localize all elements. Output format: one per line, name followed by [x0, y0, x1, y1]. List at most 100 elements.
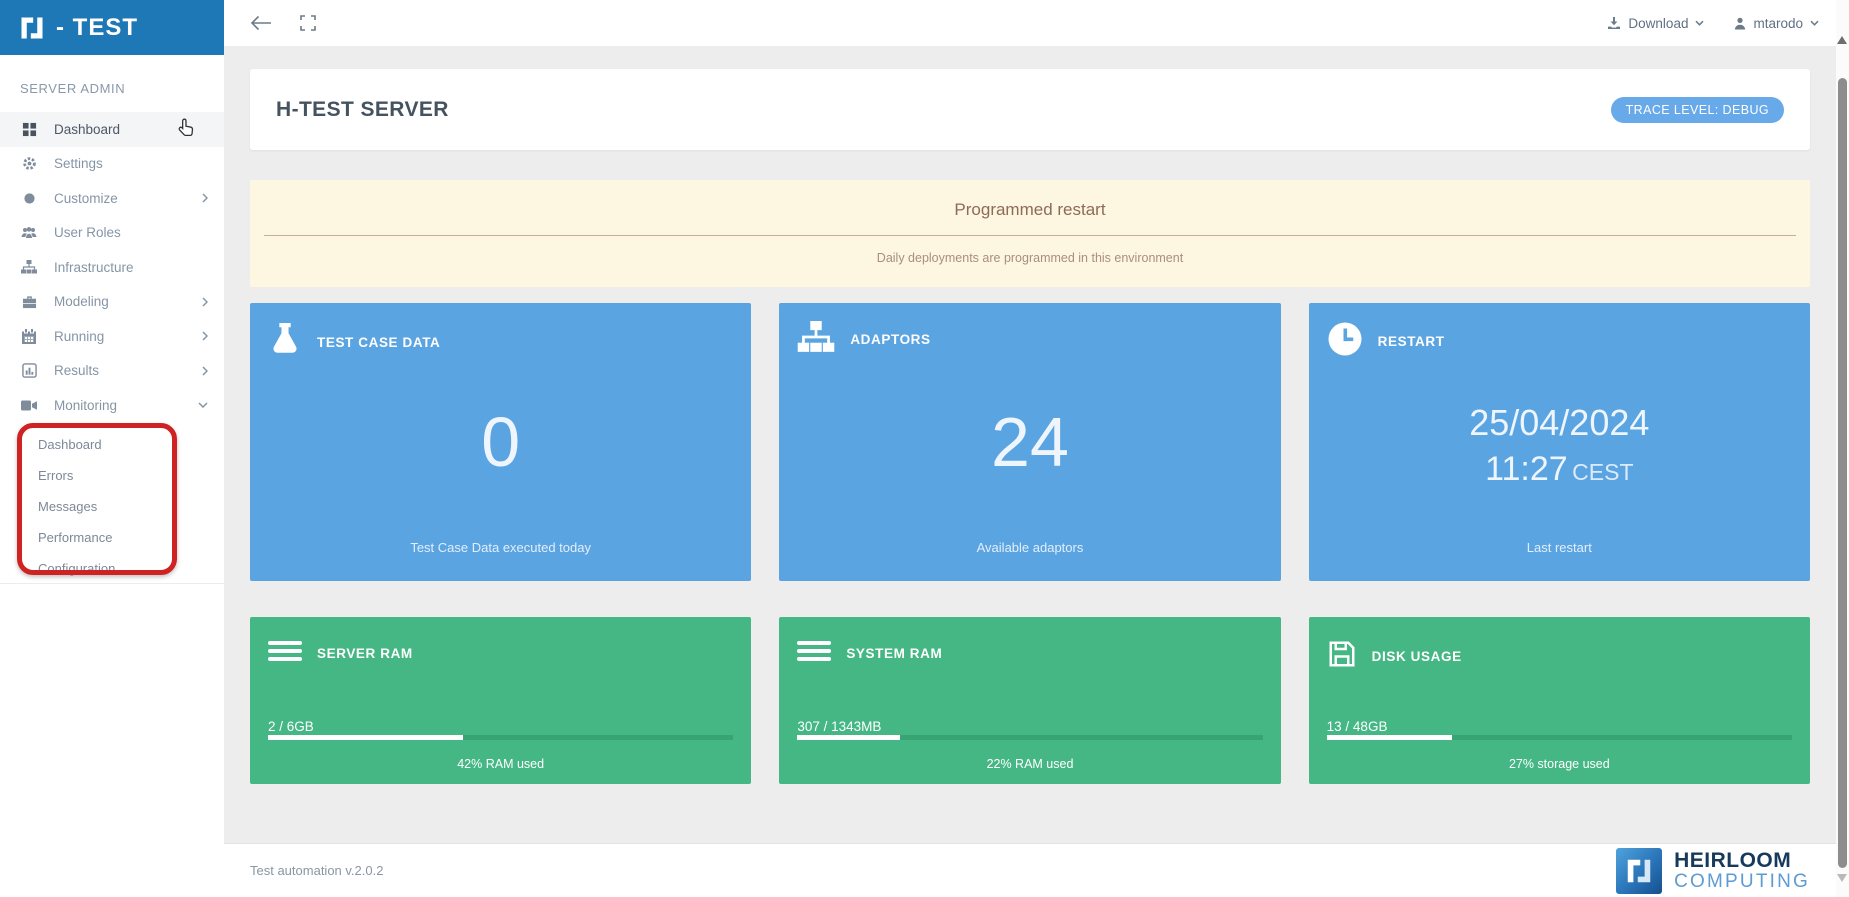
chevron-right-icon: [202, 331, 208, 341]
bars-icon: [268, 639, 302, 668]
sidebar-item-label: Results: [54, 363, 99, 378]
sidebar-item-label: Infrastructure: [54, 260, 134, 275]
monitoring-submenu: Dashboard Errors Messages Performance Co…: [0, 429, 224, 584]
progress-bar: [797, 735, 1262, 740]
heirloom-mark-icon: [18, 14, 46, 42]
mouse-cursor: [176, 118, 195, 138]
user-icon: [1734, 17, 1746, 30]
restart-date: 25/04/2024: [1469, 396, 1649, 450]
programmed-restart-alert: Programmed restart Daily deployments are…: [250, 180, 1810, 287]
calendar-icon: [20, 329, 38, 344]
card-title: TEST CASE DATA: [317, 335, 440, 350]
heirloom-computing-logo: HEIRLOOM COMPUTING: [1616, 848, 1810, 894]
sidebar-item-user-roles[interactable]: User Roles: [0, 216, 224, 251]
bars-icon: [797, 639, 831, 668]
floppy-icon: [1327, 639, 1357, 674]
gauge-usage: 307 / 1343MB: [797, 719, 881, 734]
trace-level-badge: TRACE LEVEL: DEBUG: [1611, 97, 1784, 123]
scroll-up-arrow[interactable]: [1837, 36, 1847, 44]
sidebar-item-label: Settings: [54, 156, 103, 171]
sidebar-item-settings[interactable]: Settings: [0, 147, 224, 182]
system-ram-card: SYSTEM RAM 307 / 1343MB 22% RAM used: [779, 617, 1280, 784]
chevron-right-icon: [202, 193, 208, 203]
progress-fill: [1327, 735, 1453, 740]
chevron-down-icon: [198, 402, 208, 408]
app-version: Test automation v.2.0.2: [250, 863, 383, 878]
scroll-down-arrow[interactable]: [1837, 874, 1847, 882]
brand-text: - TEST: [56, 14, 138, 42]
sidebar-item-label: Dashboard: [54, 122, 120, 137]
sidebar-item-monitoring[interactable]: Monitoring: [0, 388, 224, 423]
footer: Test automation v.2.0.2 HEIRLOOM COMPUTI…: [224, 843, 1836, 897]
chevron-right-icon: [202, 366, 208, 376]
briefcase-icon: [20, 295, 38, 309]
username-label: mtarodo: [1753, 16, 1803, 31]
sidebar-item-infrastructure[interactable]: Infrastructure: [0, 250, 224, 285]
bar-chart-icon: [20, 363, 38, 378]
sidebar-item-modeling[interactable]: Modeling: [0, 285, 224, 320]
download-menu[interactable]: Download: [1607, 16, 1704, 31]
adaptors-card: ADAPTORS 24 Available adaptors: [779, 303, 1280, 581]
card-title: SERVER RAM: [317, 646, 413, 661]
disk-usage-card: DISK USAGE 13 / 48GB 27% storage used: [1309, 617, 1810, 784]
chevron-right-icon: [202, 297, 208, 307]
submenu-item-messages[interactable]: Messages: [0, 491, 224, 522]
gauge-caption: 42% RAM used: [250, 757, 751, 771]
alert-divider: [264, 235, 1796, 236]
sitemap-icon: [797, 321, 835, 358]
card-title: RESTART: [1378, 334, 1445, 349]
vertical-scrollbar: [1836, 0, 1849, 897]
sidebar-item-customize[interactable]: Customize: [0, 181, 224, 216]
users-icon: [20, 226, 38, 239]
sidebar-divider: [0, 583, 224, 584]
submenu-item-configuration[interactable]: Configuration: [0, 553, 224, 584]
sidebar: SERVER ADMIN Dashboard Settings Customiz…: [0, 55, 224, 897]
restart-time: 11:27: [1485, 450, 1568, 488]
sitemap-icon: [20, 260, 38, 274]
user-menu[interactable]: mtarodo: [1734, 16, 1819, 31]
card-title: DISK USAGE: [1372, 649, 1462, 664]
app-logo[interactable]: - TEST: [0, 0, 224, 55]
chevron-down-icon: [1810, 20, 1819, 26]
sidebar-item-label: Running: [54, 329, 104, 344]
gear-icon: [20, 156, 38, 171]
sidebar-item-label: Monitoring: [54, 398, 117, 413]
progress-fill: [268, 735, 463, 740]
flask-icon: [268, 321, 302, 364]
stat-value: 24: [991, 407, 1069, 477]
clock-icon: [1327, 321, 1363, 362]
gauge-usage: 13 / 48GB: [1327, 719, 1388, 734]
sidebar-item-label: Modeling: [54, 294, 109, 309]
chevron-down-icon: [1695, 20, 1704, 26]
submenu-item-errors[interactable]: Errors: [0, 460, 224, 491]
stat-caption: Test Case Data executed today: [250, 540, 751, 555]
circle-icon: [20, 192, 38, 205]
progress-bar: [1327, 735, 1792, 740]
card-title: SYSTEM RAM: [846, 646, 942, 661]
stat-value: 0: [481, 407, 520, 477]
sidebar-item-label: Customize: [54, 191, 118, 206]
scrollbar-thumb[interactable]: [1838, 78, 1847, 868]
page-title: H-TEST SERVER: [276, 98, 449, 122]
sidebar-item-results[interactable]: Results: [0, 354, 224, 389]
main-content: H-TEST SERVER TRACE LEVEL: DEBUG Program…: [224, 46, 1836, 843]
download-icon: [1607, 16, 1621, 30]
gauge-caption: 27% storage used: [1309, 757, 1810, 771]
server-ram-card: SERVER RAM 2 / 6GB 42% RAM used: [250, 617, 751, 784]
submenu-item-dashboard[interactable]: Dashboard: [0, 429, 224, 460]
fullscreen-button[interactable]: [300, 15, 316, 31]
progress-fill: [797, 735, 899, 740]
logo-text-heirloom: HEIRLOOM: [1674, 850, 1810, 872]
alert-title: Programmed restart: [250, 200, 1810, 220]
sidebar-item-running[interactable]: Running: [0, 319, 224, 354]
stat-caption: Available adaptors: [779, 540, 1280, 555]
sidebar-section-label: SERVER ADMIN: [20, 81, 224, 96]
heirloom-mark-icon: [1616, 848, 1662, 894]
submenu-item-performance[interactable]: Performance: [0, 522, 224, 553]
restart-card: RESTART 25/04/2024 11:27 CEST Last resta…: [1309, 303, 1810, 581]
back-arrow-button[interactable]: [250, 15, 272, 31]
logo-text-computing: COMPUTING: [1674, 872, 1810, 892]
gauge-caption: 22% RAM used: [779, 757, 1280, 771]
gauge-usage: 2 / 6GB: [268, 719, 314, 734]
stat-caption: Last restart: [1309, 540, 1810, 555]
